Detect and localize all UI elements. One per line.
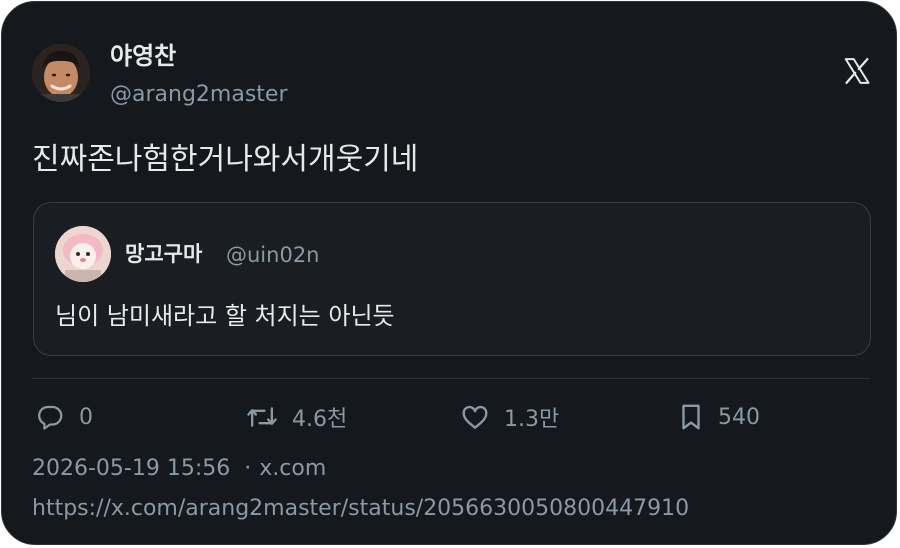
reply-count: 0 [79,404,93,430]
repost-icon [246,402,292,432]
author-avatar[interactable] [32,44,90,102]
quoted-post-text: 님이 남미새라고 할 처지는 아닌듯 [55,302,395,330]
post-url[interactable]: https://x.com/arang2master/status/205663… [32,495,689,523]
reply-button[interactable]: 0 [35,400,93,434]
author-display-name[interactable]: 야영찬 [110,42,176,70]
quoted-post[interactable]: 망고구마 @uin02n 님이 남미새라고 할 처지는 아닌듯 [33,202,871,356]
repost-count: 4.6천 [292,407,348,432]
meta-separator: · [244,456,252,481]
quoted-author-display-name[interactable]: 망고구마 [125,241,202,267]
divider [32,378,870,379]
like-count: 1.3만 [504,407,560,432]
author-handle[interactable]: @arang2master [110,81,288,109]
bookmark-button[interactable]: 540 [678,400,760,434]
quoted-author-avatar[interactable] [55,226,111,282]
like-button[interactable]: 1.3만 [460,400,559,434]
post-timestamp[interactable]: 2026-05-19 15:56 [32,456,230,481]
heart-icon [460,402,504,432]
post-meta: 2026-05-19 15:56 · x.com [32,455,326,483]
bookmark-count: 540 [718,404,760,430]
reply-icon [35,402,79,432]
bookmark-icon [678,402,718,432]
post-card: 야영찬 @arang2master 진짜존나험한거나와서개웃기네 망고구마 @u… [1,1,897,545]
post-text: 진짜존나험한거나와서개웃기네 [32,142,419,177]
x-logo-icon[interactable] [842,56,872,86]
quoted-author-handle[interactable]: @uin02n [226,242,320,268]
post-source[interactable]: x.com [259,456,326,481]
repost-button[interactable]: 4.6천 [246,400,347,434]
